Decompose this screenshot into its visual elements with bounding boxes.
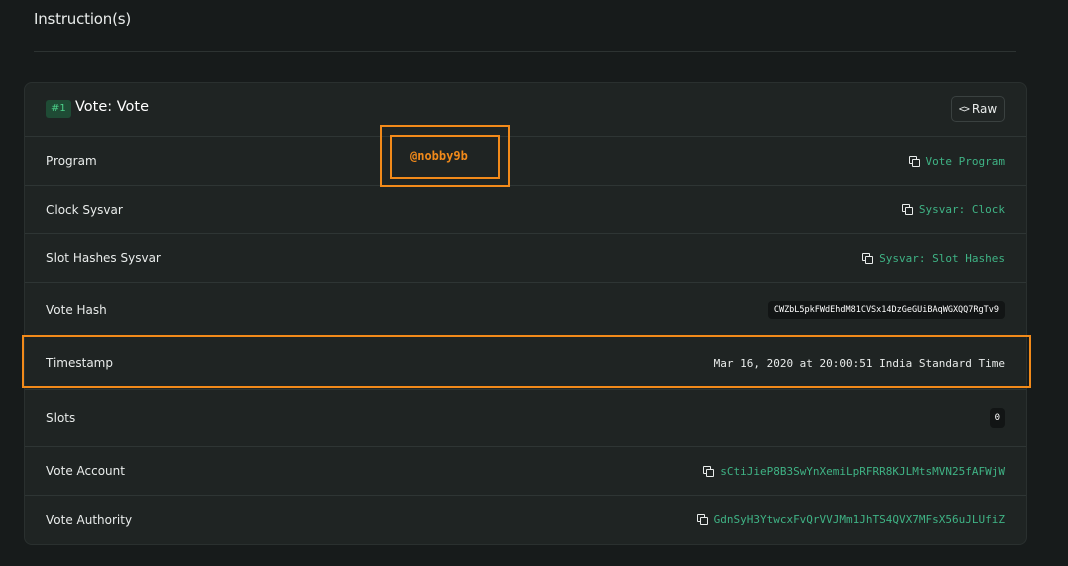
copy-icon[interactable] bbox=[862, 252, 874, 264]
raw-button[interactable]: <> Raw bbox=[951, 96, 1005, 122]
row-vote-hash: Vote Hash CWZbL5pkFWdEhdM81CVSx14DzGeGUi… bbox=[25, 283, 1026, 337]
code-icon: <> bbox=[958, 103, 970, 115]
raw-button-label: Raw bbox=[971, 102, 998, 116]
row-program: Program Vote Program bbox=[25, 137, 1026, 186]
vote-account-link[interactable]: sCtiJieP8B3SwYnXemiLpRFRR8KJLMtsMVN25fAF… bbox=[703, 465, 1005, 478]
row-label: Clock Sysvar bbox=[46, 202, 123, 217]
watermark-text: @nobby9b bbox=[410, 149, 468, 163]
copy-icon[interactable] bbox=[703, 465, 715, 477]
timestamp-value: Mar 16, 2020 at 20:00:51 India Standard … bbox=[713, 356, 1005, 370]
row-value[interactable]: sCtiJieP8B3SwYnXemiLpRFRR8KJLMtsMVN25fAF… bbox=[720, 465, 1005, 478]
row-vote-account: Vote Account sCtiJieP8B3SwYnXemiLpRFRR8K… bbox=[25, 447, 1026, 496]
row-vote-authority: Vote Authority GdnSyH3YtwcxFvQrVVJMm1JhT… bbox=[25, 496, 1026, 543]
instruction-index-badge: #1 bbox=[46, 100, 71, 118]
copy-icon[interactable] bbox=[908, 155, 920, 167]
row-slots: Slots 0 bbox=[25, 390, 1026, 447]
row-label: Slots bbox=[46, 411, 76, 425]
instruction-title: Vote: Vote bbox=[75, 99, 150, 115]
copy-icon[interactable] bbox=[696, 514, 708, 525]
instruction-header: #1 Vote: Vote <> Raw bbox=[25, 83, 1026, 137]
row-label: Slot Hashes Sysvar bbox=[46, 251, 161, 265]
row-label: Timestamp bbox=[46, 356, 113, 370]
watermark-inner-box: @nobby9b bbox=[390, 135, 500, 179]
row-timestamp: Timestamp Mar 16, 2020 at 20:00:51 India… bbox=[25, 337, 1026, 390]
row-value[interactable]: Vote Program bbox=[926, 155, 1005, 168]
copy-icon[interactable] bbox=[901, 204, 913, 215]
clock-sysvar-link[interactable]: Sysvar: Clock bbox=[901, 203, 1005, 216]
row-label: Vote Hash bbox=[46, 302, 107, 317]
row-value[interactable]: GdnSyH3YtwcxFvQrVVJMm1JhTS4QVX7MFsX56uJL… bbox=[714, 513, 1005, 526]
row-label: Vote Authority bbox=[46, 512, 133, 527]
vote-hash-value: CWZbL5pkFWdEhdM81CVSx14DzGeGUiBAqWGXQQ7R… bbox=[767, 300, 1005, 319]
section-divider bbox=[34, 51, 1016, 52]
slot-hashes-sysvar-link[interactable]: Sysvar: Slot Hashes bbox=[862, 252, 1005, 265]
instruction-card: #1 Vote: Vote <> Raw Program Vote Progra… bbox=[24, 82, 1027, 545]
row-value[interactable]: Sysvar: Slot Hashes bbox=[879, 252, 1005, 265]
row-label: Program bbox=[46, 154, 97, 168]
watermark-box: @nobby9b bbox=[380, 125, 510, 187]
row-slot-hashes-sysvar: Slot Hashes Sysvar Sysvar: Slot Hashes bbox=[25, 234, 1026, 283]
row-value[interactable]: Sysvar: Clock bbox=[919, 203, 1005, 216]
vote-authority-link[interactable]: GdnSyH3YtwcxFvQrVVJMm1JhTS4QVX7MFsX56uJL… bbox=[696, 513, 1005, 526]
row-label: Vote Account bbox=[46, 464, 125, 478]
program-link[interactable]: Vote Program bbox=[908, 155, 1005, 168]
row-clock-sysvar: Clock Sysvar Sysvar: Clock bbox=[25, 186, 1026, 234]
section-title: Instruction(s) bbox=[34, 10, 131, 28]
slots-value: 0 bbox=[989, 408, 1005, 428]
